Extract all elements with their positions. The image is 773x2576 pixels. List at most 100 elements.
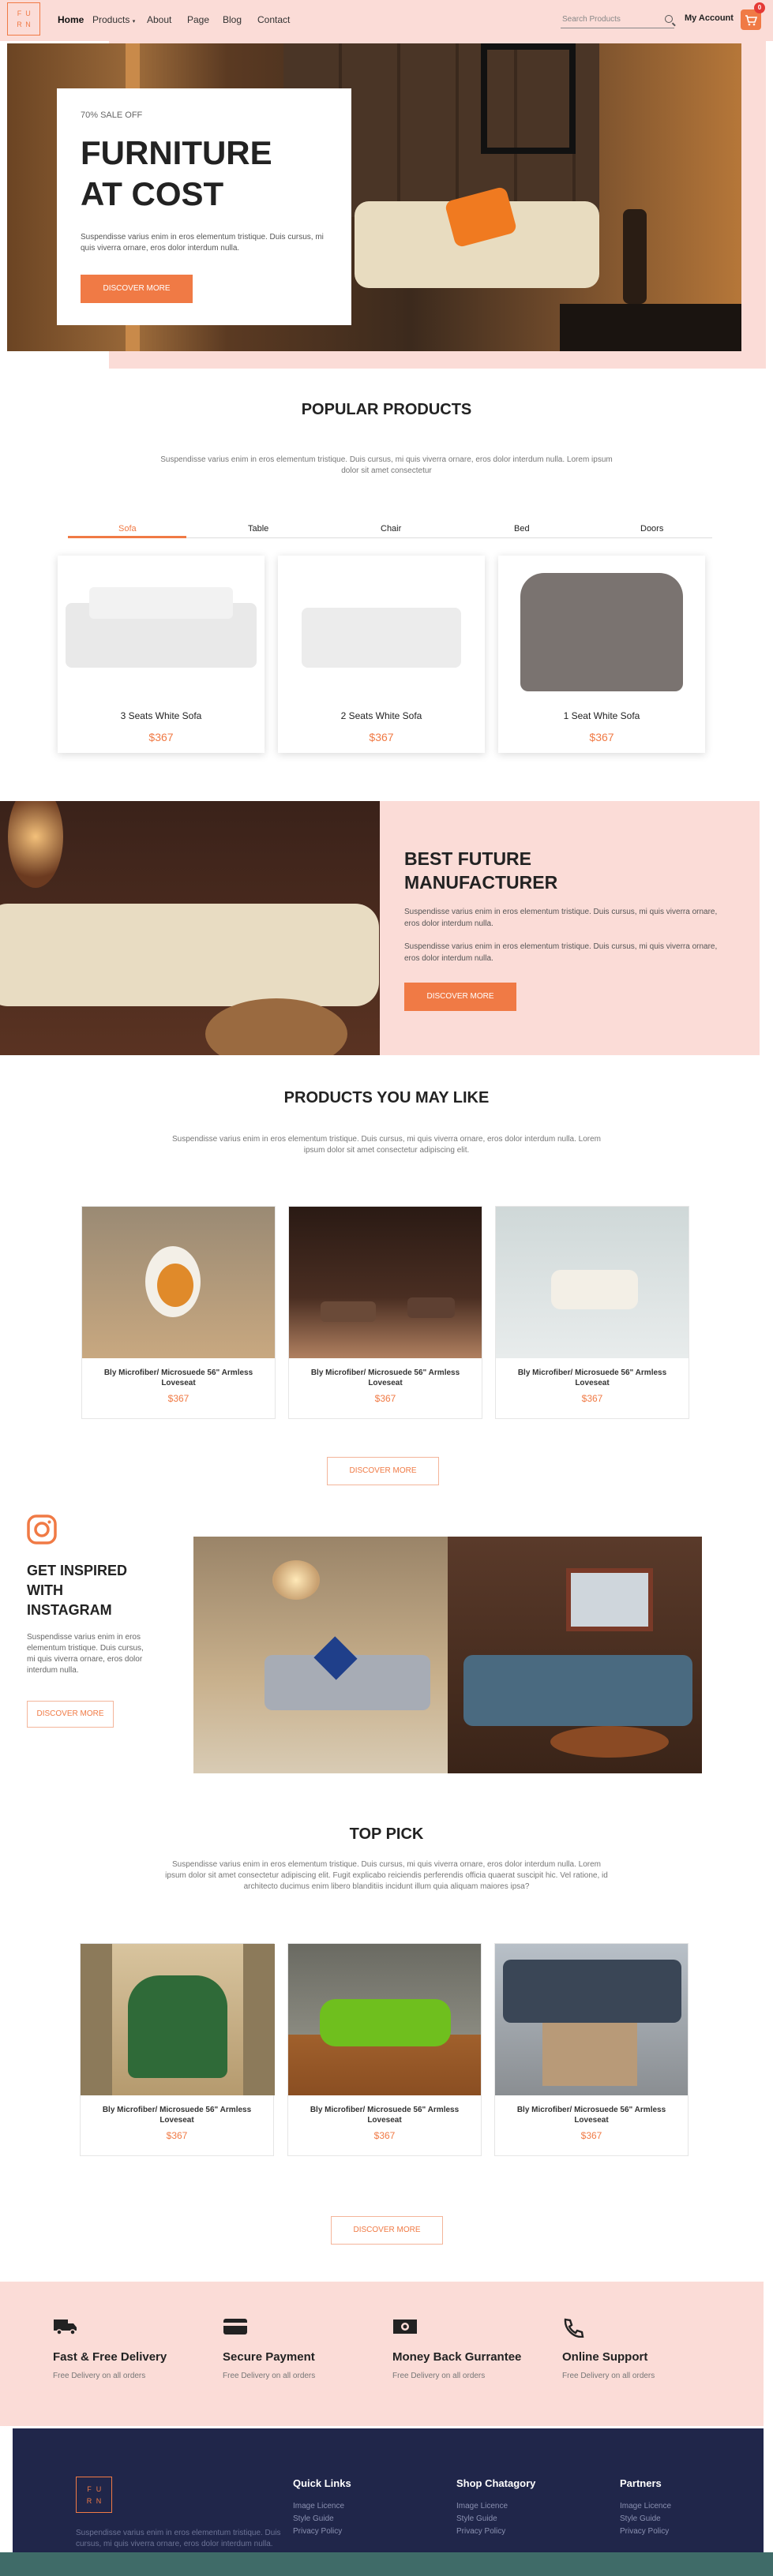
instagram-discover-button[interactable]: DISCOVER MORE <box>27 1701 114 1728</box>
footer-link[interactable]: Privacy Policy <box>620 2527 669 2536</box>
like-subtitle: Suspendisse varius enim in eros elementu… <box>171 1135 601 1155</box>
popular-title: POPULAR PRODUCTS <box>301 401 472 418</box>
logo-letter: R <box>17 21 22 28</box>
side-table <box>205 998 347 1055</box>
feature-title: Fast & Free Delivery <box>53 2350 167 2364</box>
tab-sofa[interactable]: Sofa <box>118 524 137 534</box>
logo-letter: N <box>96 2496 102 2505</box>
nav-contact[interactable]: Contact <box>257 14 290 25</box>
footer-link[interactable]: Privacy Policy <box>293 2527 342 2536</box>
loveseat <box>551 1270 638 1309</box>
footer-col-title: Quick Links <box>293 2477 351 2489</box>
like-title: PRODUCTS YOU MAY LIKE <box>283 1089 490 1106</box>
product-name: Bly Microfiber/ Microsuede 56" Armless L… <box>103 1368 253 1387</box>
search-icon[interactable] <box>665 15 673 23</box>
logo-letter: F <box>17 9 22 17</box>
like-discover-button[interactable]: DISCOVER MORE <box>327 1457 439 1485</box>
product-card[interactable]: 2 Seats White Sofa $367 <box>278 556 485 753</box>
truck-icon <box>53 2317 78 2340</box>
product-name: Bly Microfiber/ Microsuede 56" Armless L… <box>516 2106 666 2125</box>
product-card[interactable]: Bly Microfiber/ Microsuede 56" Armless L… <box>494 1943 689 2156</box>
sofa <box>0 904 379 1006</box>
instagram-title-line: GET INSPIRED <box>27 1563 128 1578</box>
product-price: $367 <box>373 2130 396 2141</box>
feature-sub: Free Delivery on all orders <box>223 2372 316 2380</box>
curtain <box>243 1944 275 2095</box>
feature-sub: Free Delivery on all orders <box>53 2372 146 2380</box>
credit-card-icon <box>223 2317 248 2340</box>
product-card[interactable]: Bly Microfiber/ Microsuede 56" Armless L… <box>495 1206 689 1419</box>
product-card[interactable]: Bly Microfiber/ Microsuede 56" Armless L… <box>81 1206 276 1419</box>
product-card[interactable]: 3 Seats White Sofa $367 <box>58 556 265 753</box>
footer-link[interactable]: Privacy Policy <box>456 2527 505 2536</box>
product-card[interactable]: 1 Seat White Sofa $367 <box>498 556 705 753</box>
hero-title-line: AT COST <box>81 175 224 212</box>
hero-discover-button[interactable]: DISCOVER MORE <box>81 275 193 303</box>
product-image <box>288 1944 481 2095</box>
instagram-title-line: WITH <box>27 1582 63 1598</box>
instagram-text: Suspendisse varius enim in eros elementu… <box>27 1633 144 1675</box>
product-name: Bly Microfiber/ Microsuede 56" Armless L… <box>310 2106 460 2125</box>
my-account-link[interactable]: My Account <box>685 13 734 23</box>
product-card[interactable]: Bly Microfiber/ Microsuede 56" Armless L… <box>287 1943 482 2156</box>
chevron-down-icon: ▾ <box>132 19 136 24</box>
coffee-table <box>550 1726 669 1758</box>
product-price: $367 <box>148 731 174 743</box>
coffee-table <box>542 2023 637 2086</box>
hero-card: 70% SALE OFF FURNITURE AT COST Suspendis… <box>57 88 351 325</box>
toppick-subtitle: Suspendisse varius enim in eros elementu… <box>165 1860 608 1891</box>
footer-link[interactable]: Image Licence <box>620 2502 671 2510</box>
tab-bed[interactable]: Bed <box>514 524 530 534</box>
feature-title: Money Back Gurrantee <box>392 2350 522 2364</box>
vase <box>623 209 647 304</box>
feature-sub: Free Delivery on all orders <box>392 2372 486 2380</box>
instagram-image-2[interactable] <box>448 1537 702 1773</box>
manufacturer-discover-button[interactable]: DISCOVER MORE <box>404 983 516 1011</box>
lime-sofa <box>320 1999 451 2046</box>
nav-home[interactable]: Home <box>58 14 84 25</box>
product-price: $367 <box>369 731 394 743</box>
footer-link[interactable]: Image Licence <box>456 2502 508 2510</box>
nav-products[interactable]: Products ▾ <box>92 14 135 25</box>
nav-about[interactable]: About <box>147 14 171 25</box>
footer-bottom-bar <box>0 2552 773 2576</box>
instagram-image-1[interactable] <box>193 1537 448 1773</box>
product-price: $367 <box>589 731 614 743</box>
manufacturer-text-2: Suspendisse varius enim in eros elementu… <box>404 942 718 963</box>
footer-logo[interactable]: F U R N <box>76 2477 112 2513</box>
product-name: Bly Microfiber/ Microsuede 56" Armless L… <box>102 2106 252 2125</box>
product-name: Bly Microfiber/ Microsuede 56" Armless L… <box>310 1368 460 1387</box>
footer-link[interactable]: Style Guide <box>620 2514 661 2523</box>
footer-link[interactable]: Style Guide <box>293 2514 334 2523</box>
tab-active-indicator <box>68 536 186 538</box>
manufacturer-title: BEST FUTURE MANUFACTURER <box>404 847 557 894</box>
hero-kicker: 70% SALE OFF <box>81 110 143 120</box>
tab-doors[interactable]: Doors <box>640 524 663 534</box>
manufacturer-panel: BEST FUTURE MANUFACTURER Suspendisse var… <box>380 801 760 1055</box>
curtain <box>81 1944 112 2095</box>
nav-page[interactable]: Page <box>187 14 209 25</box>
product-price: $367 <box>167 1393 189 1404</box>
tab-chair[interactable]: Chair <box>381 524 401 534</box>
feature-sub: Free Delivery on all orders <box>562 2372 655 2380</box>
toppick-discover-button[interactable]: DISCOVER MORE <box>331 2216 443 2245</box>
product-image <box>81 1944 275 2095</box>
nav-blog[interactable]: Blog <box>223 14 242 25</box>
product-name: 2 Seats White Sofa <box>340 710 422 721</box>
product-image <box>520 573 683 691</box>
product-card[interactable]: Bly Microfiber/ Microsuede 56" Armless L… <box>288 1206 482 1419</box>
footer-link[interactable]: Style Guide <box>456 2514 497 2523</box>
tab-table[interactable]: Table <box>248 524 268 534</box>
instagram-icon[interactable] <box>27 1515 57 1544</box>
instagram-title: GET INSPIRED WITH INSTAGRAM <box>27 1561 127 1620</box>
manufacturer-image <box>0 801 380 1055</box>
manufacturer-text-1: Suspendisse varius enim in eros elementu… <box>404 908 718 928</box>
search-input[interactable]: Search Products <box>561 12 674 28</box>
footer-link[interactable]: Image Licence <box>293 2502 344 2510</box>
green-sofa <box>128 1975 227 2078</box>
logo[interactable]: F U R N <box>7 2 40 36</box>
product-card[interactable]: Bly Microfiber/ Microsuede 56" Armless L… <box>80 1943 275 2156</box>
sofa-back <box>89 587 233 619</box>
feature-title: Secure Payment <box>223 2350 315 2364</box>
product-price: $367 <box>580 2130 602 2141</box>
